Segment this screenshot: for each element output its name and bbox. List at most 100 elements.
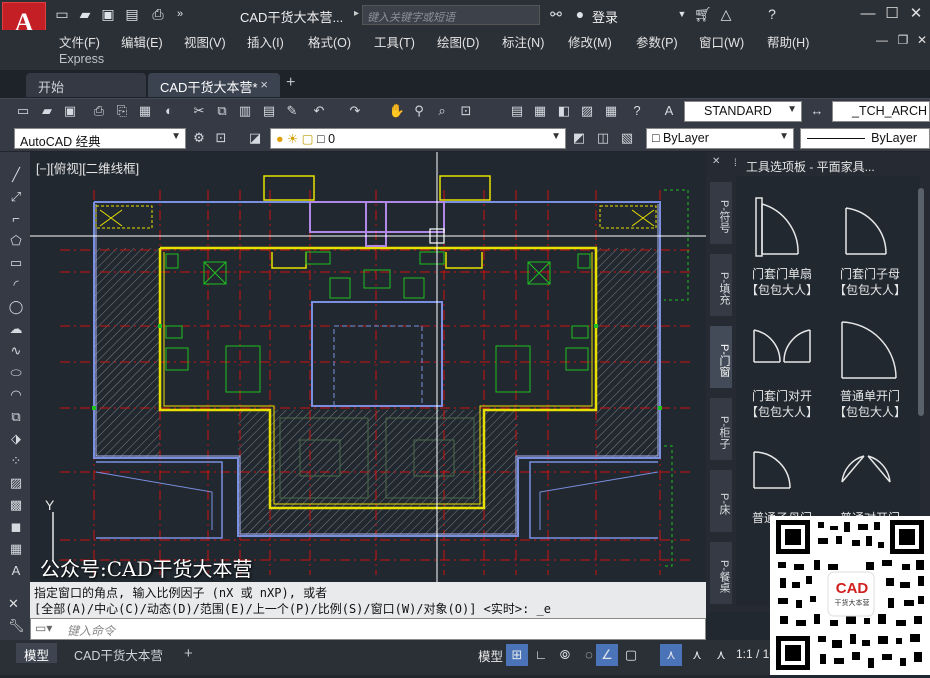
cart-icon[interactable]: 🛒︎ bbox=[694, 6, 712, 22]
insert-block-icon[interactable]: ⧉ bbox=[7, 408, 25, 426]
search-input[interactable]: 键入关键字或短语 bbox=[362, 5, 540, 25]
revision-cloud-icon[interactable]: ☁ bbox=[7, 320, 25, 338]
palette-menu-icon[interactable]: ⁞ bbox=[734, 158, 737, 169]
redo-icon[interactable]: ↷ bbox=[346, 102, 364, 120]
pan-hand-icon[interactable]: ✋ bbox=[388, 102, 406, 120]
otrack-icon[interactable]: ∠ bbox=[596, 644, 618, 666]
hatch-icon[interactable]: ▨ bbox=[7, 474, 25, 492]
auto-scale-icon[interactable]: ⋏ bbox=[710, 644, 732, 666]
customize-icon[interactable]: ⊡ bbox=[212, 129, 230, 147]
tab-drawing[interactable]: CAD干货大本营* × bbox=[148, 73, 280, 97]
binoculars-icon[interactable]: ⚯ bbox=[548, 6, 564, 22]
palette-tab-bed[interactable]: P-床 bbox=[710, 470, 732, 532]
command-prompt-icon[interactable]: ▭▾ bbox=[35, 621, 52, 635]
color-select[interactable]: □ ByLayer ▼ bbox=[646, 128, 794, 149]
text-style-icon[interactable]: A bbox=[660, 102, 678, 120]
open-icon[interactable]: ▰ bbox=[38, 102, 56, 120]
spline-icon[interactable]: ∿ bbox=[7, 342, 25, 360]
layer-previous-icon[interactable]: ◫ bbox=[594, 129, 612, 147]
line-icon[interactable]: ╱ bbox=[7, 166, 25, 184]
save-as-icon[interactable]: ▤ bbox=[124, 6, 140, 22]
sheet-set-icon[interactable]: ▨ bbox=[578, 102, 596, 120]
menu-tools[interactable]: 工具(T) bbox=[374, 32, 415, 51]
palette-item-2[interactable]: 门套门子母 【包包大人】 bbox=[830, 266, 910, 298]
menu-window[interactable]: 窗口(W) bbox=[699, 32, 744, 51]
arc-icon[interactable]: ◜ bbox=[7, 276, 25, 294]
autodesk-app-icon[interactable]: △ bbox=[718, 6, 734, 22]
palette-scrollbar[interactable] bbox=[918, 188, 924, 416]
model-space-button[interactable]: 模型 bbox=[478, 646, 503, 665]
doc-close-button[interactable]: ✕ bbox=[912, 30, 930, 50]
paste-icon[interactable]: ▥ bbox=[236, 102, 254, 120]
new-tab-button[interactable]: + bbox=[286, 74, 295, 92]
save-icon[interactable]: ▣ bbox=[100, 6, 116, 22]
menu-modify[interactable]: 修改(M) bbox=[568, 32, 612, 51]
multiline-text-icon[interactable]: A bbox=[7, 562, 25, 580]
model-tab[interactable]: 模型 bbox=[16, 643, 58, 663]
minimize-button[interactable]: — bbox=[858, 4, 878, 24]
publish-icon[interactable]: ▦ bbox=[136, 102, 154, 120]
layer-select[interactable]: ● ☀ ▢ □ 0 ▼ bbox=[270, 128, 566, 149]
open-folder-icon[interactable]: ▰ bbox=[77, 6, 93, 22]
viewport-controls[interactable]: [−][俯视][二维线框] bbox=[36, 158, 139, 177]
layer-properties-icon[interactable]: ◪ bbox=[246, 129, 264, 147]
layout-tab[interactable]: CAD干货大本营 bbox=[66, 643, 171, 663]
palette-tab-doors[interactable]: P-门窗 bbox=[710, 326, 732, 388]
menu-parametric[interactable]: 参数(P) bbox=[636, 32, 678, 51]
ortho-icon[interactable]: ∟ bbox=[530, 644, 552, 666]
point-icon[interactable]: ⁘ bbox=[7, 452, 25, 470]
new-file-icon[interactable]: ▭ bbox=[54, 6, 70, 22]
properties-icon[interactable]: ▤ bbox=[508, 102, 526, 120]
palette-item-4[interactable]: 普通单开门 【包包大人】 bbox=[830, 388, 910, 420]
help-icon[interactable]: ? bbox=[764, 6, 780, 22]
dim-style-select[interactable]: _TCH_ARCH bbox=[832, 101, 930, 122]
ellipse-arc-icon[interactable]: ◠ bbox=[7, 386, 25, 404]
command-input[interactable]: ▭▾ 键入命令 bbox=[30, 618, 706, 640]
3d-dwf-icon[interactable]: ◐ bbox=[160, 102, 178, 120]
wrench-icon[interactable]: 🔧︎ bbox=[8, 618, 25, 634]
palette-tab-cabinet[interactable]: P-柜子 bbox=[710, 398, 732, 460]
brush-icon[interactable]: ✎ bbox=[283, 102, 301, 120]
grid-icon[interactable]: ⊞ bbox=[506, 644, 528, 666]
calculator-icon[interactable]: ▦ bbox=[602, 102, 620, 120]
ellipse-icon[interactable]: ⬭ bbox=[7, 364, 25, 382]
make-block-icon[interactable]: ⬗ bbox=[7, 430, 25, 448]
polar-icon[interactable]: ⦾ bbox=[554, 644, 576, 666]
menu-edit[interactable]: 编辑(E) bbox=[121, 32, 163, 51]
menu-help[interactable]: 帮助(H) bbox=[767, 32, 809, 51]
undo-icon[interactable]: ↶ bbox=[310, 102, 328, 120]
table-icon[interactable]: ▦ bbox=[7, 540, 25, 558]
layer-states-icon[interactable]: ▧ bbox=[618, 129, 636, 147]
qnew-icon[interactable]: ▭ bbox=[14, 102, 32, 120]
selection-cycling-icon[interactable]: ▢ bbox=[620, 644, 642, 666]
plot-icon[interactable]: ⎙ bbox=[90, 102, 108, 120]
zoom-window-icon[interactable]: ⌕ bbox=[433, 102, 451, 120]
menu-express[interactable]: Express bbox=[59, 52, 104, 66]
menu-format[interactable]: 格式(O) bbox=[308, 32, 351, 51]
palette-tab-hatch[interactable]: P-填充 bbox=[710, 254, 732, 316]
construction-line-icon[interactable]: ⤢ bbox=[7, 188, 25, 206]
more-chevron-icon[interactable]: » bbox=[172, 6, 188, 22]
palette-tab-table[interactable]: P-餐桌 bbox=[710, 542, 732, 604]
close-button[interactable]: ✕ bbox=[906, 4, 926, 24]
workspace-settings-gear-icon[interactable]: ⚙ bbox=[190, 129, 208, 147]
user-icon[interactable]: ● bbox=[572, 6, 588, 22]
make-current-layer-icon[interactable]: ◩ bbox=[570, 129, 588, 147]
tab-start[interactable]: 开始 bbox=[26, 73, 146, 97]
menu-dimension[interactable]: 标注(N) bbox=[502, 32, 544, 51]
print-icon[interactable]: ⎙ bbox=[150, 6, 166, 22]
palette-close-icon[interactable]: ✕ bbox=[712, 156, 720, 167]
match-properties-icon[interactable]: ▤ bbox=[260, 102, 278, 120]
save-toolbar-icon[interactable]: ▣ bbox=[61, 102, 79, 120]
doc-restore-button[interactable]: ❐ bbox=[893, 30, 913, 50]
zoom-previous-icon[interactable]: ⊡ bbox=[457, 102, 475, 120]
palette-tab-symbols[interactable]: P-符号 bbox=[710, 182, 732, 244]
dim-style-icon[interactable]: ↔ bbox=[808, 102, 826, 120]
annotation-scale-icon[interactable]: ⋏ bbox=[686, 644, 708, 666]
polygon-icon[interactable]: ⬠ bbox=[7, 232, 25, 250]
polyline-icon[interactable]: ⌐ bbox=[7, 210, 25, 228]
annotation-visibility-icon[interactable]: ⋏ bbox=[660, 644, 682, 666]
zoom-realtime-icon[interactable]: ⚲ bbox=[410, 102, 428, 120]
menu-draw[interactable]: 绘图(D) bbox=[437, 32, 479, 51]
drawing-canvas[interactable] bbox=[30, 152, 706, 582]
